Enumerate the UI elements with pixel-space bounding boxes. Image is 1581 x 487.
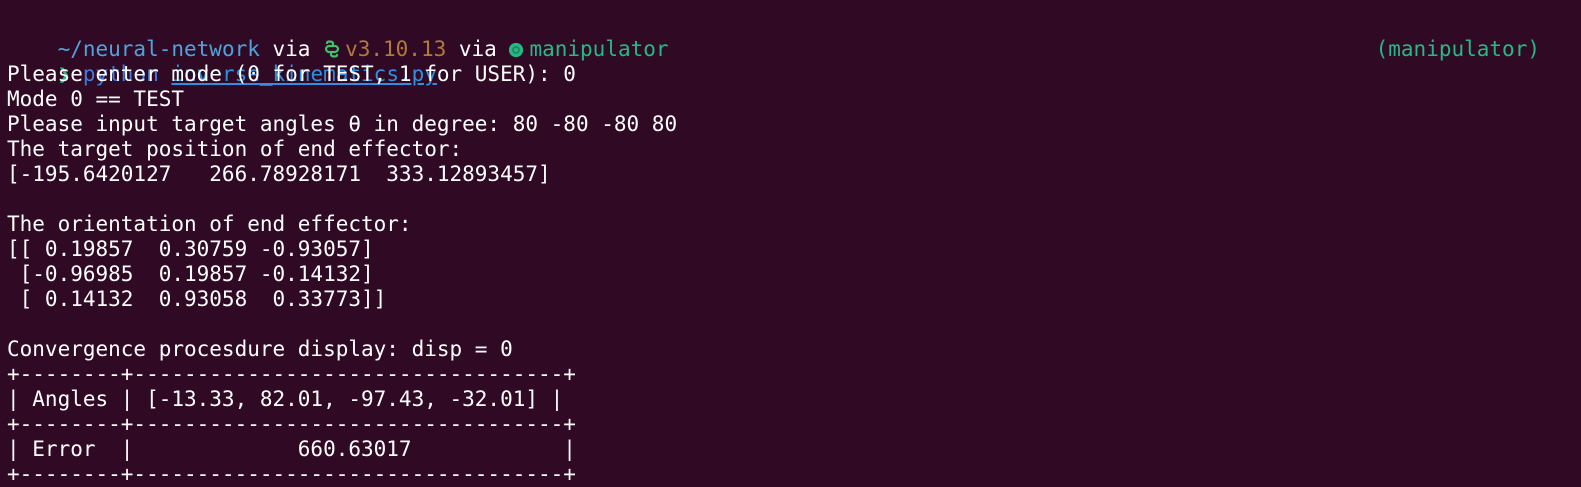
- output-line: [-195.6420127 266.78928171 333.12893457]: [7, 162, 551, 186]
- output-line: Please enter mode (0 for TEST, 1 for USE…: [7, 62, 576, 86]
- output-line: Mode 0 == TEST: [7, 87, 185, 111]
- prompt-line-2: ❯ python inverse_kinematics.py (manipula…: [7, 37, 1574, 86]
- right-env-context: (manipulator): [1375, 37, 1540, 61]
- output-line: [-0.96985 0.19857 -0.14132]: [7, 262, 374, 286]
- output-line: The target position of end effector:: [7, 137, 463, 161]
- table-border: +--------+------------------------------…: [7, 462, 576, 486]
- table-border: +--------+------------------------------…: [7, 362, 576, 386]
- output-line: [[ 0.19857 0.30759 -0.93057]: [7, 237, 374, 261]
- output-line: [ 0.14132 0.93058 0.33773]]: [7, 287, 387, 311]
- table-row-angles: | Angles | [-13.33, 82.01, -97.43, -32.0…: [7, 387, 564, 411]
- terminal-window[interactable]: ~/neural-network via v3.10.13 via manipu…: [0, 0, 1574, 486]
- output-block: Please enter mode (0 for TEST, 1 for USE…: [7, 62, 1574, 487]
- table-row-error: | Error | 660.63017 |: [7, 437, 576, 461]
- table-border: +--------+------------------------------…: [7, 412, 576, 436]
- prompt-line-1: ~/neural-network via v3.10.13 via manipu…: [7, 12, 1574, 61]
- output-line: The orientation of end effector:: [7, 212, 412, 236]
- output-line: Please input target angles θ in degree: …: [7, 112, 678, 136]
- output-line: Convergence procesdure display: disp = 0: [7, 337, 513, 361]
